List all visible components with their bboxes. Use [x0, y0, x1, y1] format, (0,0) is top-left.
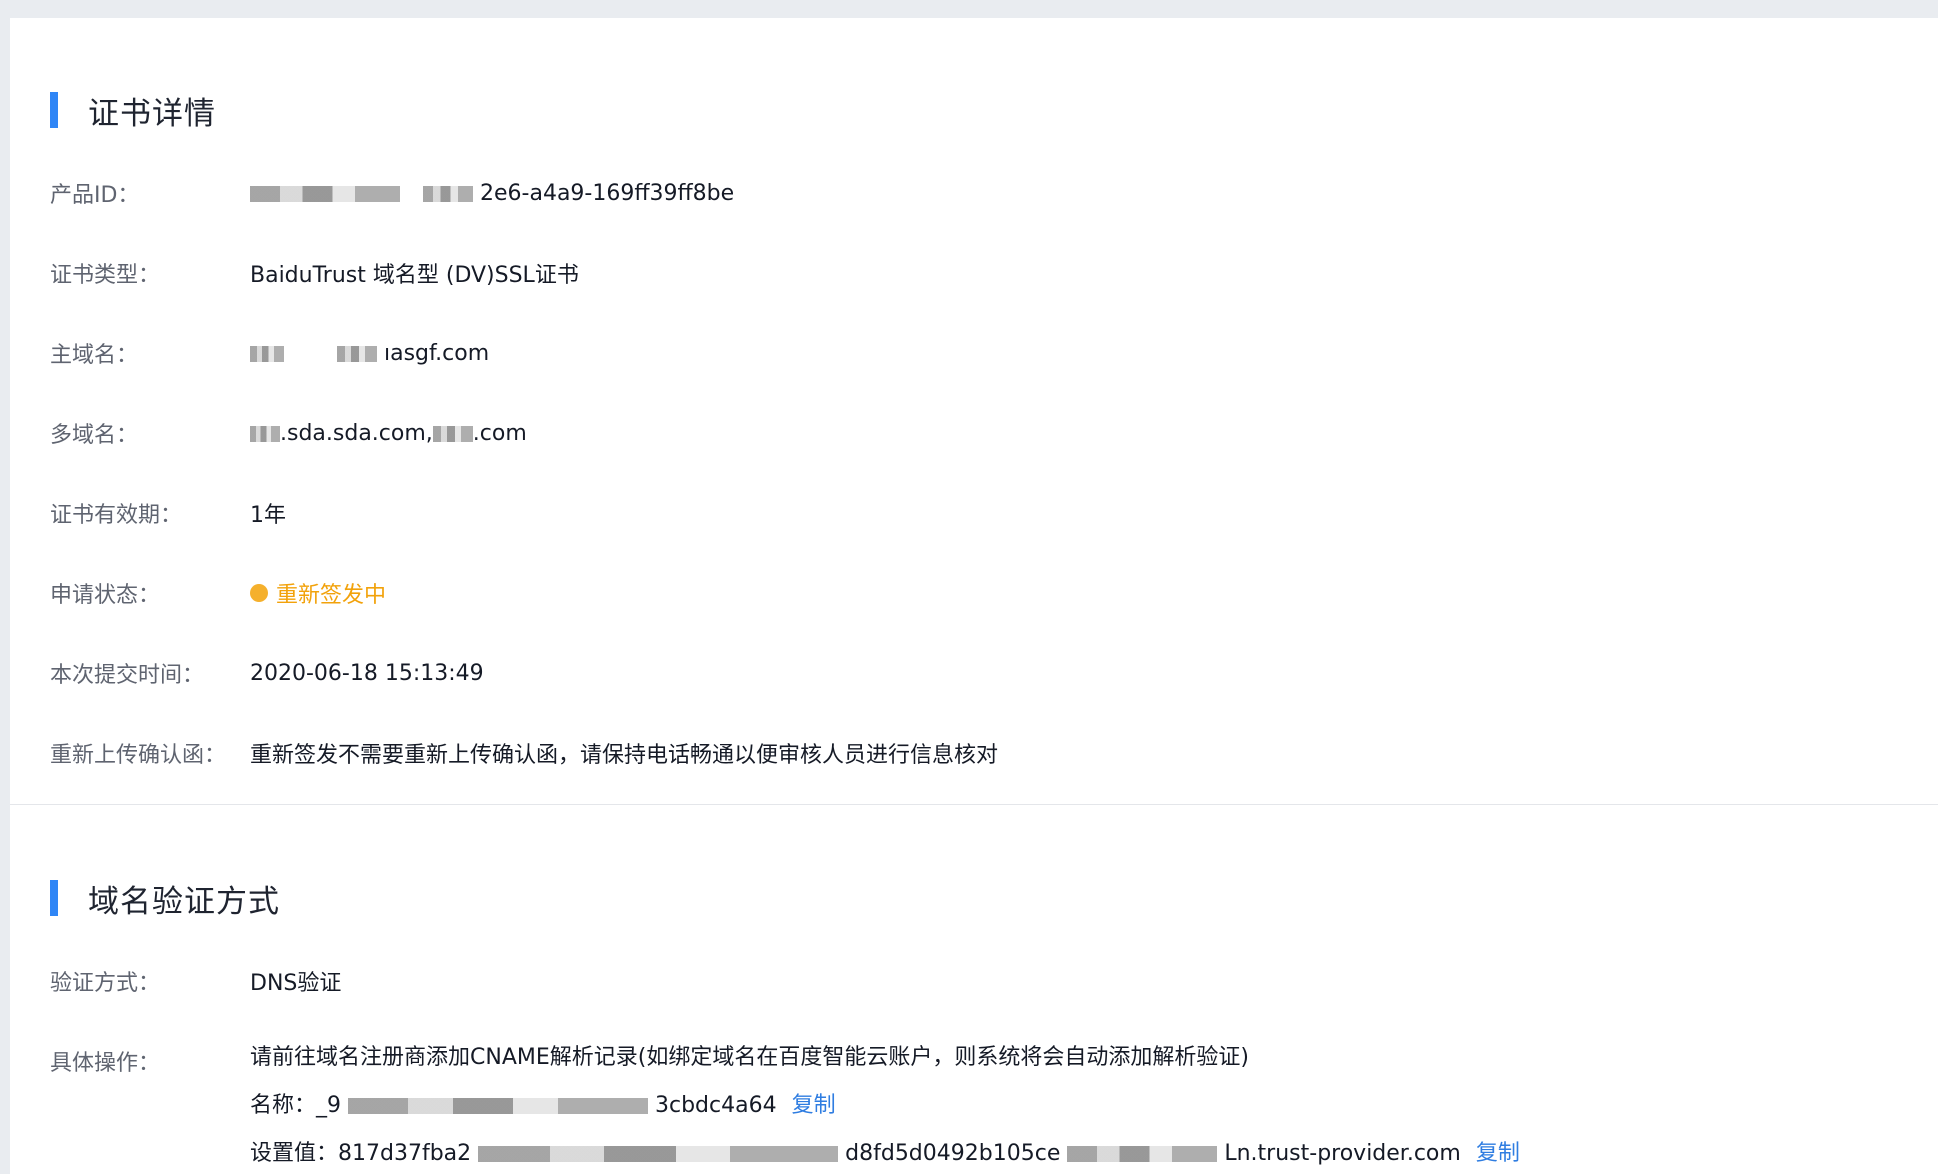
- row-cert-type: 证书类型： BaiduTrust 域名型 (DV)SSL证书: [50, 255, 1938, 291]
- redacted-block: [250, 345, 284, 362]
- row-submit-time: 本次提交时间： 2020-06-18 15:13:49: [50, 655, 1938, 691]
- redacted-block: [478, 1146, 839, 1162]
- row-verify-method: 验证方式： DNS验证: [50, 963, 1938, 999]
- section-accent-bar: [50, 92, 58, 128]
- value-product-id: 2e6-a4a9-169ff39ff8be: [250, 181, 734, 206]
- label-reupload: 重新上传确认函：: [50, 743, 227, 768]
- section-title: 证书详情: [88, 95, 216, 132]
- value-multi-domain: .sda.sda.com, .com: [250, 421, 527, 446]
- domain-verify-header: 域名验证方式: [50, 880, 280, 920]
- label-verify-method: 验证方式：: [50, 971, 161, 996]
- label-cert-type: 证书类型：: [50, 263, 161, 288]
- row-multi-domain: 多域名： .sda.sda.com, .com: [50, 415, 1938, 451]
- label-product-id: 产品ID：: [50, 183, 140, 208]
- content-panel: 证书详情 产品ID： 2e6-a4a9-169ff39ff8be 证书类型： B…: [10, 18, 1938, 1174]
- row-validity: 证书有效期： 1年: [50, 495, 1938, 531]
- redacted-block: [423, 185, 473, 202]
- redacted-block: [432, 425, 473, 442]
- redacted-block: [250, 425, 280, 442]
- redacted-block: [337, 345, 377, 362]
- redacted-block: [1067, 1146, 1218, 1162]
- cname-value-line: 设置值：817d37fba2 d8fd5d0492b105ce Ln.trust…: [250, 1141, 1520, 1166]
- copy-value-button[interactable]: 复制: [1476, 1141, 1520, 1166]
- value-verify-method: DNS验证: [250, 971, 342, 996]
- value-cert-type: BaiduTrust 域名型 (DV)SSL证书: [250, 263, 579, 288]
- label-status: 申请状态：: [50, 583, 161, 608]
- label-main-domain: 主域名：: [50, 343, 139, 368]
- value-main-domain: ıasgf.com: [250, 341, 489, 366]
- section-accent-bar: [50, 880, 58, 916]
- label-submit-time: 本次提交时间：: [50, 663, 205, 688]
- value-validity: 1年: [250, 503, 286, 528]
- cname-name-line: 名称：_9 3cbdc4a64 复制: [250, 1093, 836, 1118]
- label-operation: 具体操作：: [50, 1051, 161, 1076]
- redacted-block: [250, 185, 400, 202]
- status-dot-icon: [250, 584, 268, 602]
- label-multi-domain: 多域名：: [50, 423, 139, 448]
- redacted-block: [348, 1098, 648, 1114]
- row-reupload: 重新上传确认函： 重新签发不需要重新上传确认函，请保持电话畅通以便审核人员进行信…: [50, 735, 1938, 771]
- section-title: 域名验证方式: [88, 883, 280, 920]
- value-reupload: 重新签发不需要重新上传确认函，请保持电话畅通以便审核人员进行信息核对: [250, 743, 999, 768]
- copy-name-button[interactable]: 复制: [792, 1093, 836, 1118]
- row-main-domain: 主域名： ıasgf.com: [50, 335, 1938, 371]
- row-status: 申请状态： 重新签发中: [50, 575, 1938, 611]
- label-validity: 证书有效期：: [50, 503, 183, 528]
- status-text: 重新签发中: [276, 583, 387, 608]
- row-product-id: 产品ID： 2e6-a4a9-169ff39ff8be: [50, 175, 1938, 211]
- cert-details-header: 证书详情: [50, 92, 216, 132]
- value-submit-time: 2020-06-18 15:13:49: [250, 660, 484, 686]
- operation-instruction: 请前往域名注册商添加CNAME解析记录(如绑定域名在百度智能云账户，则系统将会自…: [250, 1045, 1249, 1070]
- section-divider: [10, 804, 1938, 805]
- status-badge: 重新签发中: [250, 577, 386, 609]
